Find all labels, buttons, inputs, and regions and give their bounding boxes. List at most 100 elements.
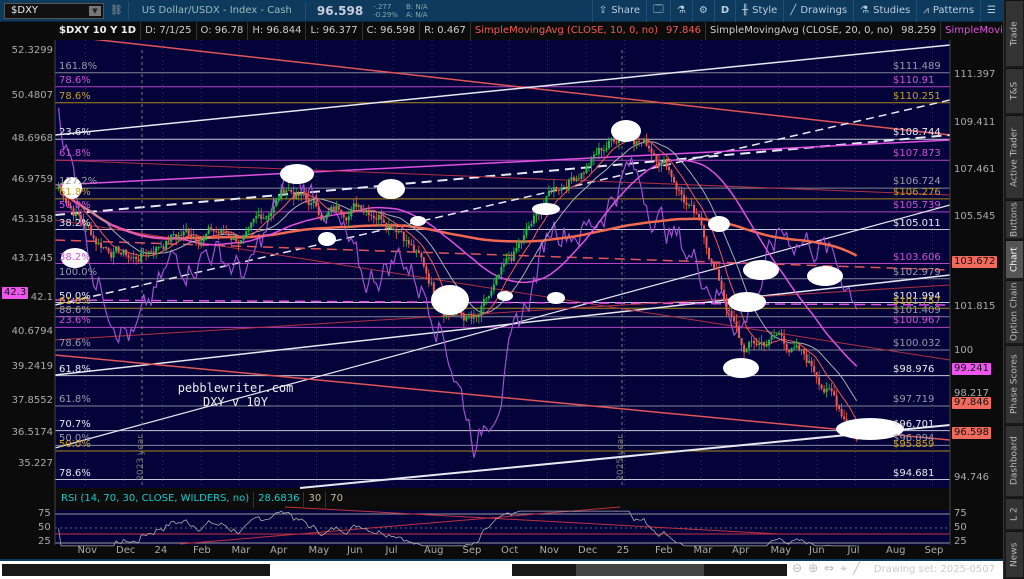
candle-body	[285, 190, 288, 193]
candle-body	[380, 215, 383, 220]
candle-body	[235, 236, 238, 242]
candle-body	[668, 166, 671, 171]
bid-ask: B: N/A A: N/A	[402, 3, 432, 19]
candle-body	[658, 161, 661, 167]
chart-title: $DXY 10 Y 1D	[55, 22, 142, 40]
sidebar-tab-phase-scores[interactable]: Phase Scores	[1006, 345, 1023, 423]
candle-body	[730, 311, 733, 317]
chevron-down-icon[interactable]: ▼	[89, 5, 101, 16]
date-axis-tick: Aug	[424, 545, 444, 556]
candle-body	[557, 189, 560, 191]
candle-body	[362, 209, 365, 211]
candle-body	[112, 251, 115, 258]
draw-line-icon[interactable]: ╱	[853, 561, 860, 576]
candle-body	[698, 213, 701, 218]
bid: B: N/A	[405, 2, 428, 11]
candle-body	[195, 236, 198, 241]
drawings-button[interactable]: ╱ Drawings	[783, 0, 853, 22]
candle-body	[252, 218, 255, 223]
candle-body	[800, 349, 803, 351]
candle-body	[302, 193, 305, 195]
price-tag: 97.846	[952, 396, 991, 409]
candle-body	[600, 147, 603, 151]
sidebar-tab-l-2[interactable]: L 2	[1006, 498, 1023, 529]
candle-body	[663, 159, 666, 164]
date-axis-tick: Dec	[578, 545, 598, 556]
fib-label: 78.6%	[59, 74, 91, 86]
level-price-label: $98.976	[893, 363, 935, 375]
candle-body	[833, 391, 836, 396]
sidebar-tab-active-trader[interactable]: Active Trader	[1006, 115, 1023, 198]
level-price-label: $97.719	[893, 394, 935, 405]
share-icon: ⇪	[598, 5, 608, 16]
drawing-set-label[interactable]: Drawing set: 2025-0507	[874, 564, 995, 575]
divider	[304, 1, 306, 20]
candle-body	[683, 194, 686, 203]
candle-body	[585, 166, 588, 173]
flask-icon: ⚗	[860, 5, 870, 16]
sidebar-tab-buttons[interactable]: Buttons	[1006, 200, 1023, 238]
studies-button[interactable]: ⚗ Studies	[853, 0, 916, 22]
candle-body	[828, 388, 831, 390]
candle-body	[360, 205, 363, 210]
settings-button[interactable]: ⚙	[691, 0, 714, 22]
style-button[interactable]: ╫ Style	[735, 0, 783, 22]
link-icon[interactable]: ⛓	[110, 5, 123, 16]
zoom-out-icon[interactable]: ⊖	[792, 561, 802, 576]
crosshair-icon[interactable]: ⌖	[840, 561, 847, 576]
share-button[interactable]: ⇪ Share	[591, 0, 646, 22]
sidebar-tab-t-s[interactable]: T&S	[1006, 68, 1023, 113]
sidebar-tab-option-chain[interactable]: Option Chain	[1006, 280, 1023, 343]
candle-body	[400, 230, 403, 232]
left-axis-tick: 43.7145	[11, 253, 53, 265]
sidebar-tab-trade[interactable]: Trade	[1006, 0, 1023, 66]
candle-body	[307, 197, 310, 206]
patterns-button[interactable]: ⩘ Patterns	[916, 0, 980, 22]
candle-body	[170, 234, 173, 242]
horizontal-scrollbar-left[interactable]	[2, 564, 270, 576]
candle-body	[580, 172, 583, 179]
candle-body	[775, 334, 778, 336]
date-axis-tick: Jul	[385, 545, 398, 556]
candle-body	[560, 187, 563, 191]
sma-other-label[interactable]: SimpleMovingAvg ...	[941, 22, 1003, 40]
candle-body	[720, 280, 723, 290]
rsi-label[interactable]: RSI (14, 70, 30, CLOSE, WILDERS, no)	[57, 492, 255, 508]
date-axis-tick: Feb	[193, 545, 211, 556]
candle-body	[602, 150, 605, 152]
candle-body	[515, 248, 518, 252]
candle-body	[743, 344, 746, 353]
candle-body	[530, 223, 533, 227]
sma10-label[interactable]: SimpleMovingAvg (CLOSE, 10, 0, no)	[471, 22, 662, 40]
horizontal-scrollbar[interactable]	[512, 564, 787, 576]
candle-body	[425, 266, 428, 274]
alerts-button[interactable]: 🗔	[646, 0, 670, 22]
date-axis-tick: 24	[154, 545, 168, 556]
candle-body	[250, 222, 253, 229]
chart-canvas[interactable]	[0, 40, 1003, 559]
zoom-in-icon[interactable]: ⊕	[808, 561, 818, 576]
candle-body	[405, 240, 408, 242]
symbol-input[interactable]: $DXY ▼	[4, 2, 104, 19]
sidebar-tab-news[interactable]: News	[1006, 531, 1023, 577]
candle-body	[130, 257, 133, 259]
date-axis-tick: Sep	[462, 545, 482, 556]
candle-body	[547, 191, 550, 197]
candle-body	[612, 138, 615, 142]
pan-icon[interactable]: ⇔	[824, 561, 834, 576]
sidebar-tab-chart[interactable]: Chart	[1006, 240, 1023, 278]
patterns-icon: ⩘	[923, 5, 929, 16]
annotation-text: pebblewriter.com DXY v 10Y	[158, 381, 313, 409]
candle-body	[355, 203, 358, 207]
candle-icon: ╫	[742, 5, 749, 16]
flask-button[interactable]: ⚗	[669, 0, 692, 22]
left-axis-tick: 35.227	[18, 458, 53, 470]
sidebar-tab-dashboard[interactable]: Dashboard	[1006, 425, 1023, 496]
fib-label: 23.6%	[59, 315, 91, 327]
candle-body	[755, 343, 758, 346]
period-button[interactable]: D	[713, 0, 735, 22]
scrollbar-thumb[interactable]	[576, 564, 704, 576]
sma20-label[interactable]: SimpleMovingAvg (CLOSE, 20, 0, no)	[706, 22, 897, 40]
menu-button[interactable]: ☰	[980, 0, 1002, 22]
candle-body	[715, 268, 718, 270]
